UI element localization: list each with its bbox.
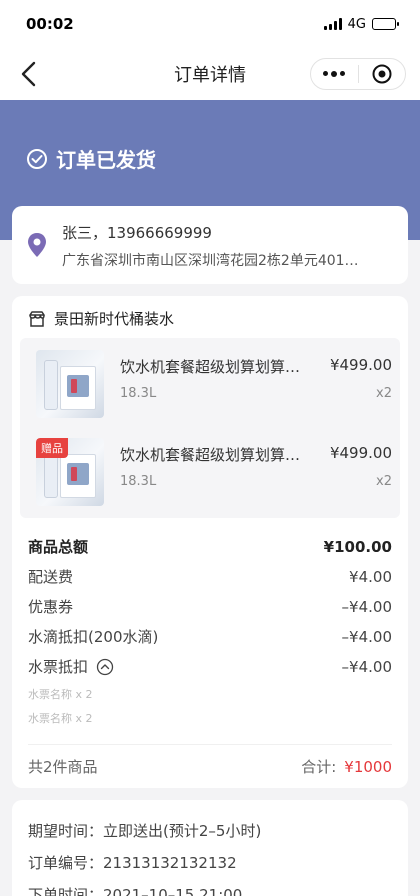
close-program-button[interactable] <box>359 59 406 89</box>
order-status-text: 订单已发货 <box>56 148 156 172</box>
more-button[interactable] <box>311 59 358 89</box>
goods-price: ¥499.00 <box>329 356 392 374</box>
goods-spec: 18.3L <box>120 474 157 489</box>
status-bar: 00:02 4G <box>0 0 420 48</box>
water-drop-value: –¥4.00 <box>341 627 392 646</box>
location-pin-icon <box>28 233 46 257</box>
store-icon <box>29 310 45 327</box>
total-value: ¥1000 <box>344 757 392 776</box>
goods-image: 赠品 <box>36 438 104 506</box>
goods-image <box>36 350 104 418</box>
chevron-up-icon <box>96 658 114 675</box>
recipient-address: 广东省深圳市南山区深圳湾花园2栋2单元401… <box>62 253 359 269</box>
order-total: 合计: ¥1000 <box>301 756 392 777</box>
store-header[interactable]: 景田新时代桶装水 <box>28 308 174 329</box>
goods-price: ¥499.00 <box>329 444 392 462</box>
water-ticket-toggle[interactable]: 水票抵扣 <box>28 656 114 677</box>
goods-name: 饮水机套餐超级划算划算… <box>120 446 301 464</box>
goods-item[interactable]: 饮水机套餐超级划算划算… ¥499.00 18.3L x2 <box>20 346 400 426</box>
page-title: 订单详情 <box>174 65 246 86</box>
goods-total-value: ¥100.00 <box>323 537 392 556</box>
delivery-fee-label: 配送费 <box>28 568 74 586</box>
water-ticket-row: 水票抵扣 –¥4.00 <box>28 656 392 677</box>
goods-quantity: x2 <box>376 474 392 489</box>
mini-program-capsule <box>310 58 406 90</box>
water-ticket-item: 水票名称 x 2 <box>28 688 93 701</box>
goods-total-label: 商品总额 <box>28 538 89 556</box>
goods-list: 饮水机套餐超级划算划算… ¥499.00 18.3L x2 赠品 饮水机套餐超级… <box>20 338 400 518</box>
recipient-name-phone: 张三，13966669999 <box>62 224 212 242</box>
water-drop-row: 水滴抵扣(200水滴) –¥4.00 <box>28 626 392 647</box>
delivery-fee-value: ¥4.00 <box>349 567 392 586</box>
check-circle-icon <box>27 148 47 169</box>
goods-count: 共2件商品 <box>28 758 98 776</box>
order-status: 订单已发货 <box>26 144 156 173</box>
back-arrow-icon <box>21 61 36 87</box>
delivery-fee-row: 配送费 ¥4.00 <box>28 566 392 587</box>
water-ticket-value: –¥4.00 <box>341 657 392 676</box>
goods-quantity: x2 <box>376 386 392 401</box>
water-ticket-item: 水票名称 x 2 <box>28 712 93 725</box>
total-label: 合计: <box>301 758 337 776</box>
target-icon <box>372 64 392 84</box>
goods-card: 景田新时代桶装水 饮水机套餐超级划算划算… ¥499.00 18.3L x2 赠… <box>12 296 408 788</box>
goods-total-row: 商品总额 ¥100.00 <box>28 536 392 557</box>
order-time: 下单时间：2021–10–15 21:00 <box>28 886 243 896</box>
goods-item[interactable]: 赠品 饮水机套餐超级划算划算… ¥499.00 18.3L x2 <box>20 434 400 514</box>
battery-icon <box>372 18 399 30</box>
goods-name: 饮水机套餐超级划算划算… <box>120 358 301 376</box>
store-name: 景田新时代桶装水 <box>54 310 175 328</box>
expected-time: 期望时间：立即送出(预计2–5小时) <box>28 822 262 840</box>
back-button[interactable] <box>16 60 44 88</box>
gift-badge: 赠品 <box>36 438 68 458</box>
status-indicators: 4G <box>323 16 399 32</box>
coupon-row: 优惠券 –¥4.00 <box>28 596 392 617</box>
order-info-card: 期望时间：立即送出(预计2–5小时) 订单编号：21313132132132 下… <box>12 800 408 896</box>
divider <box>28 744 392 745</box>
signal-icon <box>323 18 342 30</box>
address-card[interactable]: 张三，13966669999 广东省深圳市南山区深圳湾花园2栋2单元401… <box>12 206 408 284</box>
water-ticket-label: 水票抵扣 <box>28 658 89 676</box>
more-icon <box>323 71 346 77</box>
network-type: 4G <box>347 16 366 32</box>
order-number: 订单编号：21313132132132 <box>28 854 237 872</box>
coupon-value: –¥4.00 <box>341 597 392 616</box>
nav-bar: 订单详情 <box>0 48 420 100</box>
coupon-label: 优惠券 <box>28 598 74 616</box>
status-time: 00:02 <box>26 15 74 33</box>
goods-spec: 18.3L <box>120 386 157 401</box>
water-drop-label: 水滴抵扣(200水滴) <box>28 628 159 646</box>
